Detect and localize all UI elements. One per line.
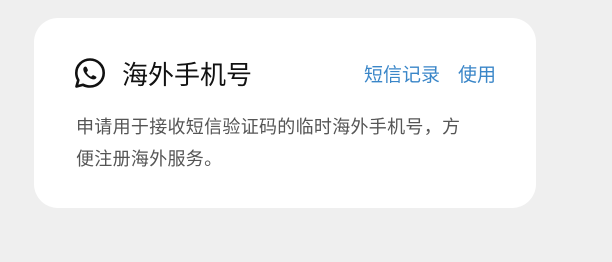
card-title: 海外手机号 — [122, 60, 253, 91]
card-description: 申请用于接收短信验证码的临时海外手机号，方便注册海外服务。 — [76, 117, 461, 170]
card-header: 海外手机号 短信记录 使用 — [75, 56, 496, 91]
use-link[interactable]: 使用 — [458, 60, 496, 87]
overseas-number-card: 海外手机号 短信记录 使用 申请用于接收短信验证码的临时海外手机号，方便注册海外… — [34, 18, 536, 208]
sms-records-link[interactable]: 短信记录 — [364, 60, 440, 87]
whatsapp-icon — [72, 55, 108, 91]
